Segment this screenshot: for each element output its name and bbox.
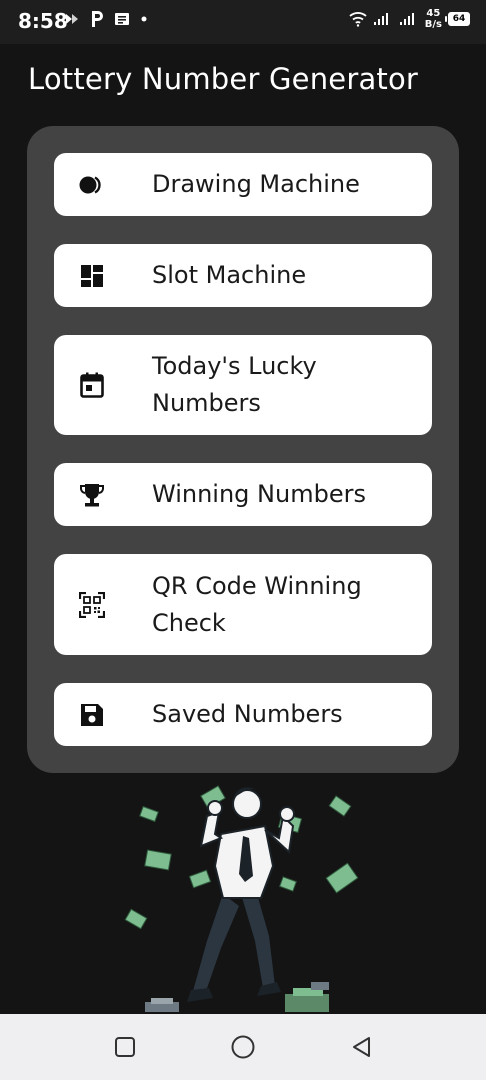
navigation-bar (0, 1014, 486, 1080)
recents-button[interactable] (112, 1034, 138, 1060)
back-button[interactable] (348, 1034, 374, 1060)
toggle-icon (78, 171, 106, 199)
battery-level: 64 (452, 14, 466, 24)
slot-machine-label: Slot Machine (152, 261, 307, 289)
trophy-icon (78, 481, 106, 509)
drawing-machine-button[interactable]: Drawing Machine (54, 153, 432, 216)
qr-code-winning-check-label: QR Code Winning Check (152, 571, 362, 637)
wifi-icon (349, 12, 367, 27)
network-speed: 45 B/s (425, 8, 442, 30)
saved-numbers-label: Saved Numbers (152, 700, 343, 728)
qr-code-icon (78, 591, 106, 619)
winning-numbers-label: Winning Numbers (152, 480, 366, 508)
dashboard-icon (78, 262, 106, 290)
qr-code-winning-check-button[interactable]: QR Code Winning Check (54, 554, 432, 655)
dot-icon (141, 16, 147, 22)
network-speed-unit: B/s (424, 19, 442, 30)
page-title: Lottery Number Generator (28, 62, 419, 96)
signal-icon (373, 13, 388, 25)
home-button[interactable] (230, 1034, 256, 1060)
calendar-icon (78, 371, 106, 399)
circle-icon (231, 1035, 255, 1059)
p-app-icon (92, 11, 103, 27)
celebration-illustration (124, 785, 359, 1012)
todays-lucky-numbers-button[interactable]: Today's Lucky Numbers (54, 335, 432, 435)
square-icon (115, 1037, 135, 1057)
signal-icon-2 (399, 13, 414, 25)
system-icons: 45 B/s 64 (349, 8, 470, 30)
menu-panel: Drawing Machine Slot Machine Today's Luc… (27, 126, 459, 773)
message-app-icon (115, 13, 129, 25)
battery-icon: 64 (445, 12, 470, 26)
slot-machine-button[interactable]: Slot Machine (54, 244, 432, 307)
winning-numbers-button[interactable]: Winning Numbers (54, 463, 432, 526)
status-time: 8:58 (18, 9, 68, 33)
drawing-machine-label: Drawing Machine (152, 170, 360, 198)
triangle-back-icon (353, 1037, 370, 1057)
network-speed-value: 45 (426, 8, 441, 19)
saved-numbers-button[interactable]: Saved Numbers (54, 683, 432, 746)
todays-lucky-numbers-label: Today's Lucky Numbers (152, 352, 317, 417)
notification-icons (64, 10, 148, 28)
notification-app-icon (66, 14, 78, 24)
save-icon (78, 701, 106, 729)
status-bar: 8:58 45 B/s 64 (0, 0, 486, 44)
